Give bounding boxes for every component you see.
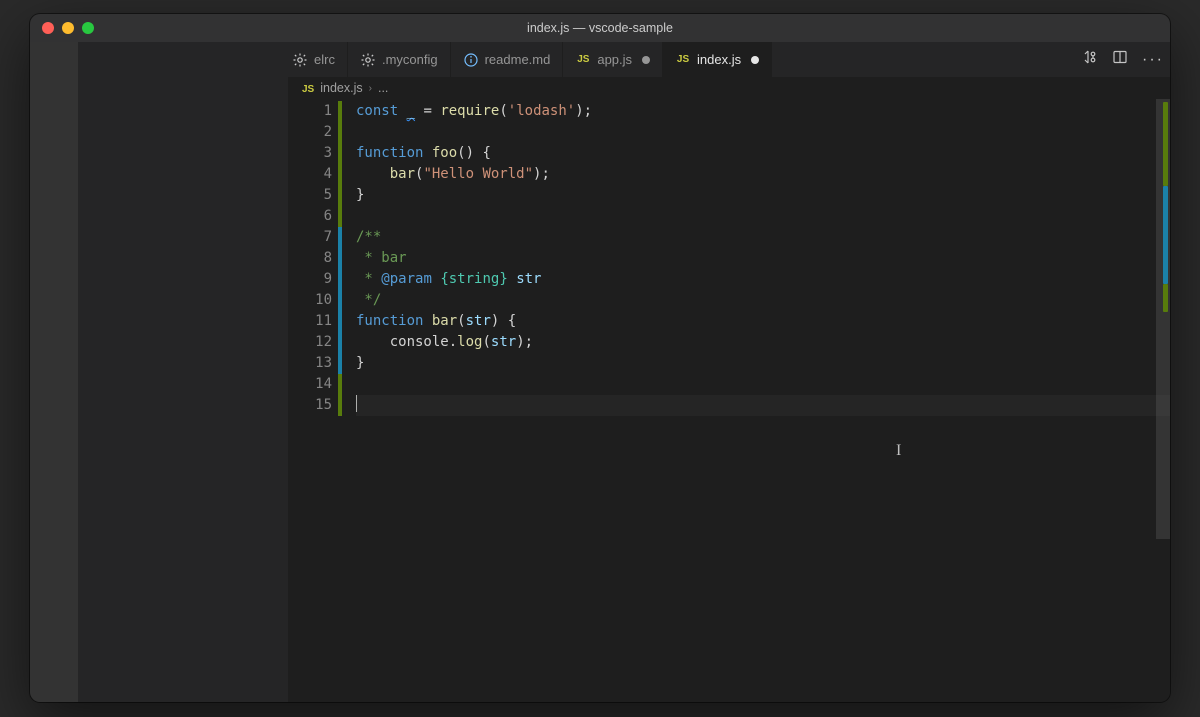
code-line[interactable]: } — [356, 353, 1170, 374]
line-number: 12 — [288, 332, 332, 353]
line-number: 9 — [288, 269, 332, 290]
code-line[interactable]: * @param {string} str — [356, 269, 1170, 290]
window-title: index.js — vscode-sample — [30, 21, 1170, 35]
zoom-window-icon[interactable] — [82, 22, 94, 34]
overview-mark — [1163, 102, 1168, 186]
line-number: 11 — [288, 311, 332, 332]
breadcrumb-file: index.js — [320, 81, 362, 95]
code-line[interactable]: } — [356, 185, 1170, 206]
breadcrumb-rest: ... — [378, 81, 388, 95]
code-line[interactable]: */ — [356, 290, 1170, 311]
overview-ruler[interactable] — [1156, 99, 1170, 702]
modified-indicator-icon — [642, 56, 650, 64]
tab-myconfig[interactable]: .myconfig — [348, 42, 451, 77]
titlebar: index.js — vscode-sample — [30, 14, 1170, 42]
js-icon: JS — [575, 52, 591, 68]
gear-icon — [292, 52, 308, 68]
caret — [356, 395, 357, 412]
close-window-icon[interactable] — [42, 22, 54, 34]
tab-bar: elrc .myconfig readme.md JS app.js JS index.js… — [288, 42, 1170, 77]
code-line[interactable]: console.log(str); — [356, 332, 1170, 353]
line-number: 5 — [288, 185, 332, 206]
line-number-gutter: 123456789101112131415 — [288, 99, 338, 702]
workbench: elrc .myconfig readme.md JS app.js JS index.js… — [30, 42, 1170, 702]
code-content[interactable]: const _ = require('lodash'); function foo… — [342, 99, 1170, 702]
line-number: 13 — [288, 353, 332, 374]
tab-appjs[interactable]: JS app.js — [563, 42, 663, 77]
tab-readmemd[interactable]: readme.md — [451, 42, 564, 77]
js-icon: JS — [675, 52, 691, 68]
line-number: 2 — [288, 122, 332, 143]
info-icon — [463, 52, 479, 68]
line-number: 3 — [288, 143, 332, 164]
tab-indexjs[interactable]: JS index.js — [663, 42, 772, 77]
tab-label: app.js — [597, 52, 632, 67]
more-actions-icon[interactable]: ··· — [1142, 52, 1158, 68]
line-number: 1 — [288, 101, 332, 122]
gear-icon — [360, 52, 376, 68]
code-line[interactable]: * bar — [356, 248, 1170, 269]
line-number: 15 — [288, 395, 332, 416]
side-bar[interactable] — [78, 42, 288, 702]
app-window: index.js — vscode-sample elrc .myconfig re… — [30, 14, 1170, 702]
tab-label: index.js — [697, 52, 741, 67]
tab-label: elrc — [314, 52, 335, 67]
line-number: 6 — [288, 206, 332, 227]
overview-mark — [1163, 186, 1168, 284]
tab-actions: ··· — [1070, 42, 1170, 77]
code-line[interactable]: function foo() { — [356, 143, 1170, 164]
line-number: 4 — [288, 164, 332, 185]
line-number: 10 — [288, 290, 332, 311]
editor-group: elrc .myconfig readme.md JS app.js JS index.js… — [288, 42, 1170, 702]
code-editor[interactable]: 123456789101112131415 const _ = require(… — [288, 99, 1170, 702]
line-number: 8 — [288, 248, 332, 269]
modified-indicator-icon — [751, 56, 759, 64]
code-line[interactable] — [356, 395, 1170, 416]
compare-changes-icon[interactable] — [1082, 49, 1098, 70]
code-line[interactable]: bar("Hello World"); — [356, 164, 1170, 185]
line-number: 7 — [288, 227, 332, 248]
code-line[interactable]: function bar(str) { — [356, 311, 1170, 332]
split-editor-icon[interactable] — [1112, 49, 1128, 70]
js-file-icon: JS — [302, 81, 314, 95]
overview-mark — [1163, 284, 1168, 312]
code-line[interactable] — [356, 122, 1170, 143]
tab-label: readme.md — [485, 52, 551, 67]
breadcrumb[interactable]: JS index.js › ... — [288, 77, 1170, 99]
activity-bar[interactable] — [30, 42, 78, 702]
minimize-window-icon[interactable] — [62, 22, 74, 34]
code-line[interactable]: /** — [356, 227, 1170, 248]
tab-elrc[interactable]: elrc — [288, 42, 348, 77]
code-line[interactable] — [356, 206, 1170, 227]
tab-label: .myconfig — [382, 52, 438, 67]
code-line[interactable]: const _ = require('lodash'); — [356, 101, 1170, 122]
line-number: 14 — [288, 374, 332, 395]
chevron-right-icon: › — [369, 83, 372, 94]
window-controls — [42, 22, 94, 34]
code-line[interactable] — [356, 374, 1170, 395]
